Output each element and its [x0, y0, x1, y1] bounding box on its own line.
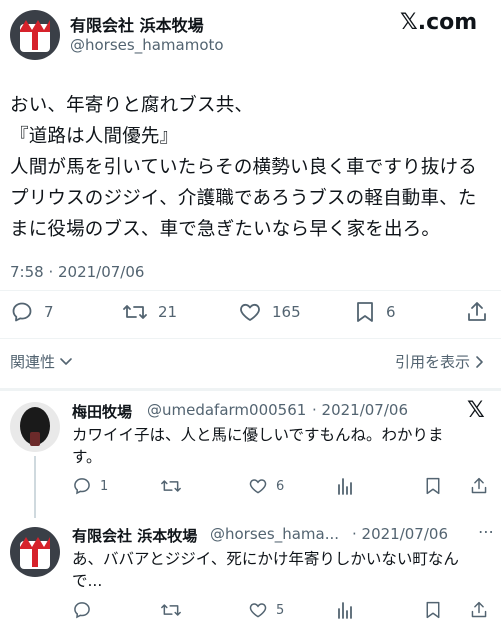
- retweet-count: 21: [158, 303, 178, 321]
- divider: [0, 388, 501, 391]
- reply-icon: [72, 476, 92, 496]
- reply-button[interactable]: [72, 600, 92, 620]
- reply-line: す。: [72, 448, 102, 466]
- thread-line: [34, 456, 36, 518]
- reply-author-name[interactable]: 梅田牧場: [72, 401, 132, 422]
- more-icon[interactable]: ⋯: [478, 522, 494, 541]
- heart-icon: [248, 600, 268, 620]
- views-icon: [336, 476, 354, 496]
- divider: [0, 338, 501, 339]
- tweet-timestamp[interactable]: 7:58 · 2021/07/06: [10, 263, 144, 281]
- divider: [0, 290, 501, 291]
- tweet-line: 『道路は人間優先』: [10, 126, 179, 147]
- view-quotes-link[interactable]: 引用を表示: [395, 351, 486, 372]
- like-count: 6: [276, 478, 285, 494]
- views-icon: [336, 600, 354, 620]
- share-button[interactable]: [466, 300, 488, 324]
- share-button[interactable]: [470, 600, 488, 620]
- reply-text: カワイイ子は、人と馬に優しいですもんね。わかりま す。: [72, 424, 482, 468]
- heart-icon: [238, 300, 262, 324]
- reply-avatar-image: [10, 527, 60, 577]
- retweet-button[interactable]: 21: [122, 300, 177, 324]
- bookmark-button[interactable]: [424, 476, 442, 496]
- avatar-image: [10, 10, 60, 60]
- retweet-icon: [122, 300, 148, 324]
- reply-icon: [72, 600, 92, 620]
- bookmark-icon: [424, 476, 442, 496]
- bookmark-count: 6: [386, 303, 396, 321]
- like-count: 165: [272, 303, 301, 321]
- bookmark-button[interactable]: 6: [354, 300, 396, 324]
- sort-label: 関連性: [10, 353, 56, 371]
- reply-text: あ、ババアとジジイ、死にかけ年寄りしかいない町なん で...: [72, 548, 492, 592]
- sort-dropdown[interactable]: 関連性: [10, 351, 73, 372]
- share-icon: [466, 300, 488, 324]
- bookmark-icon: [424, 600, 442, 620]
- reply-button[interactable]: 7: [10, 300, 54, 324]
- x-logo: 𝕏.com: [400, 10, 478, 35]
- reply-author-name[interactable]: 有限会社 浜本牧場: [72, 525, 197, 546]
- retweet-button[interactable]: [160, 476, 182, 496]
- like-button[interactable]: 165: [238, 300, 301, 324]
- retweet-button[interactable]: [160, 600, 182, 620]
- reply-date[interactable]: · 2021/07/06: [352, 525, 448, 543]
- reply-line: あ、ババアとジジイ、死にかけ年寄りしかいない町なん: [72, 550, 459, 568]
- reply-author-handle[interactable]: @horses_hama...: [210, 525, 339, 543]
- reply-avatar[interactable]: [10, 527, 60, 577]
- reply-date[interactable]: · 2021/07/06: [312, 401, 408, 419]
- reply-avatar-image: [10, 402, 60, 452]
- avatar[interactable]: [10, 10, 60, 60]
- author-handle[interactable]: @horses_hamamoto: [70, 36, 224, 54]
- views-button[interactable]: [336, 600, 354, 620]
- x-icon: 𝕏: [467, 398, 485, 423]
- tweet-line: まに役場のブス、車で急ぎたいなら早く家を出ろ。: [10, 219, 441, 240]
- heart-icon: [248, 476, 268, 496]
- share-button[interactable]: [470, 476, 488, 496]
- like-button[interactable]: 5: [248, 600, 284, 620]
- tweet-line: 人間が馬を引いていたらその横勢い良く車ですり抜ける: [10, 157, 477, 178]
- view-quotes-label: 引用を表示: [395, 353, 471, 371]
- reply-icon: [10, 300, 34, 324]
- tweet-line: プリウスのジジイ、介護職であろうブスの軽自動車、た: [10, 188, 477, 209]
- reply-count: 1: [100, 478, 109, 494]
- bookmark-icon: [354, 300, 376, 324]
- share-icon: [470, 476, 488, 496]
- like-count: 5: [276, 602, 285, 618]
- reply-line: で...: [72, 572, 103, 590]
- chevron-down-icon: [59, 355, 73, 369]
- views-button[interactable]: [336, 476, 354, 496]
- tweet-text: おい、年寄りと腐れブス共、 『道路は人間優先』 人間が馬を引いていたらその横勢い…: [10, 90, 477, 245]
- reply-line: カワイイ子は、人と馬に優しいですもんね。わかりま: [72, 426, 444, 444]
- share-icon: [470, 600, 488, 620]
- bookmark-button[interactable]: [424, 600, 442, 620]
- retweet-icon: [160, 476, 182, 496]
- reply-author-handle[interactable]: @umedafarm000561: [147, 401, 306, 419]
- reply-button[interactable]: 1: [72, 476, 108, 496]
- tweet-line: おい、年寄りと腐れブス共、: [10, 95, 254, 116]
- reply-count: 7: [44, 303, 54, 321]
- author-name[interactable]: 有限会社 浜本牧場: [70, 12, 204, 36]
- reply-avatar[interactable]: [10, 402, 60, 452]
- chevron-right-icon: [474, 355, 486, 369]
- like-button[interactable]: 6: [248, 476, 284, 496]
- retweet-icon: [160, 600, 182, 620]
